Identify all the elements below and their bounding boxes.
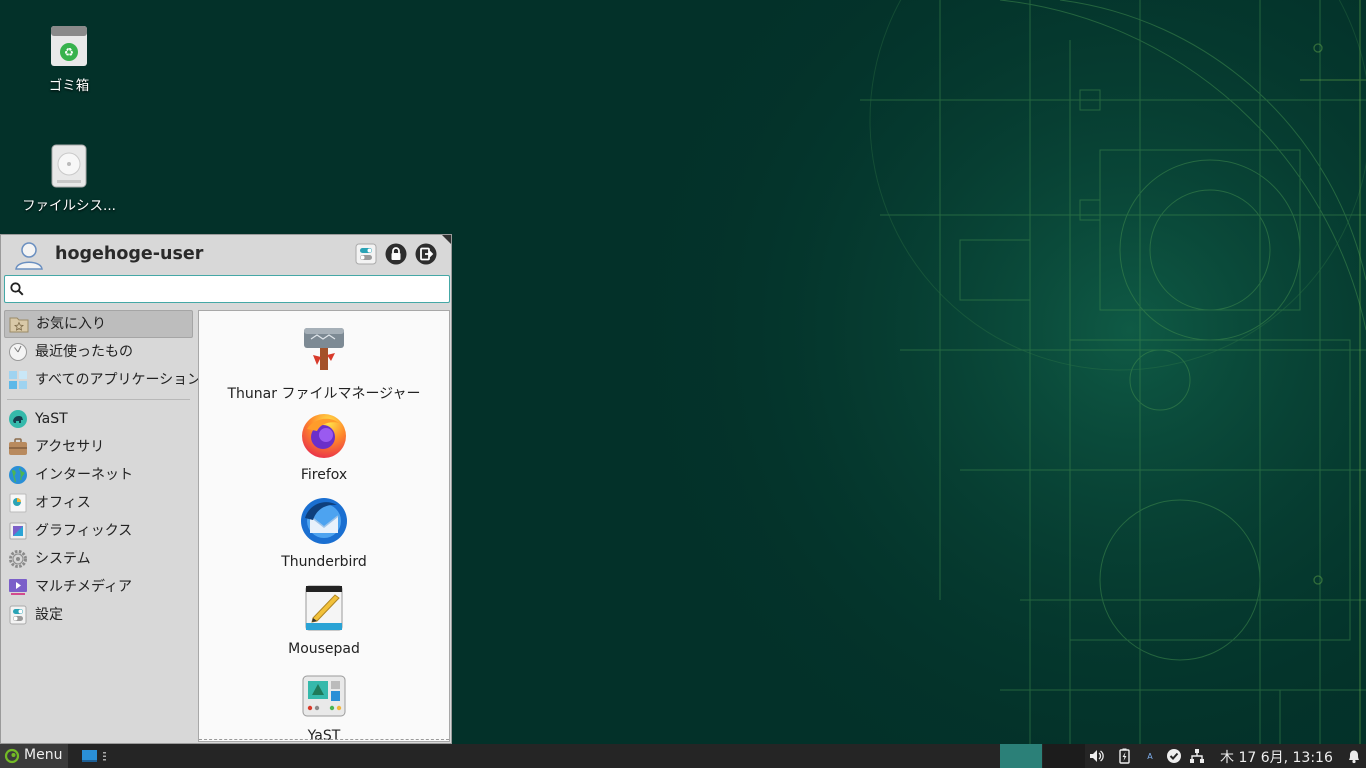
svg-text:♻: ♻: [64, 46, 74, 59]
lock-icon[interactable]: [385, 243, 407, 265]
desktop-icon-label: ゴミ箱: [48, 78, 90, 94]
category-label: マルチメディア: [35, 579, 133, 595]
desktop-icon-filesystem[interactable]: ファイルシス...: [14, 144, 124, 214]
recent-icon: [9, 343, 27, 361]
category-yast[interactable]: YaST: [4, 405, 193, 433]
office-icon: [9, 493, 27, 513]
network-icon[interactable]: [1189, 748, 1205, 764]
category-recent[interactable]: 最近使ったもの: [4, 338, 193, 366]
category-label: お気に入り: [36, 316, 106, 332]
user-name: hogehoge-user: [55, 244, 204, 264]
category-label: オフィス: [35, 495, 91, 511]
category-label: YaST: [35, 411, 68, 427]
firefox-icon: [302, 414, 346, 458]
system-icon: [9, 550, 27, 568]
accessories-icon: [9, 438, 27, 455]
workspace-2-button[interactable]: [1043, 744, 1085, 768]
all-apps-icon: [9, 371, 27, 389]
category-multimedia[interactable]: マルチメディア: [4, 573, 193, 601]
category-graphics[interactable]: グラフィックス: [4, 517, 193, 545]
menu-header: hogehoge-user: [1, 235, 451, 275]
settings-category-icon: [9, 605, 27, 625]
category-label: インターネット: [35, 467, 133, 483]
menu-button-label: Menu: [24, 747, 63, 763]
category-list: お気に入り 最近使ったもの すべてのアプリケーション YaST アクセサリ イン…: [4, 310, 201, 629]
desktop-icon-label: ファイルシス...: [22, 198, 116, 214]
thunar-icon: [304, 328, 344, 370]
category-system[interactable]: システム: [4, 545, 193, 573]
mousepad-icon: [305, 585, 343, 631]
category-label: すべてのアプリケーション: [35, 372, 202, 388]
app-mousepad[interactable]: Mousepad: [199, 583, 449, 657]
menu-button[interactable]: Menu: [0, 744, 68, 768]
yast-icon: [9, 410, 27, 428]
search-icon: [10, 282, 24, 296]
scroll-edge: [199, 739, 449, 740]
app-firefox[interactable]: Firefox: [199, 409, 449, 483]
drive-icon: [49, 144, 89, 188]
category-label: 設定: [35, 607, 63, 623]
app-thunar[interactable]: Thunar ファイルマネージャー: [199, 325, 449, 403]
category-office[interactable]: オフィス: [4, 489, 193, 517]
category-separator: [7, 399, 190, 400]
window-list-item[interactable]: [80, 748, 110, 764]
svg-text:A: A: [1147, 752, 1153, 761]
category-label: グラフィックス: [35, 523, 133, 539]
category-internet[interactable]: インターネット: [4, 461, 193, 489]
category-favorites[interactable]: お気に入り: [4, 310, 193, 338]
search-box[interactable]: [4, 275, 450, 303]
keyboard-indicator-icon[interactable]: A: [1142, 748, 1158, 764]
yast-icon: [302, 675, 346, 717]
thunderbird-icon: [301, 498, 347, 544]
category-all-apps[interactable]: すべてのアプリケーション: [4, 366, 201, 394]
graphics-icon: [9, 522, 27, 540]
app-label: Thunar ファイルマネージャー: [227, 386, 421, 402]
favorites-icon: [9, 317, 29, 333]
category-label: 最近使ったもの: [35, 344, 133, 360]
opensuse-logo-icon: [4, 748, 20, 764]
category-label: アクセサリ: [35, 439, 105, 455]
taskbar: Menu A 木 17 6月, 13:16: [0, 744, 1366, 768]
logout-icon[interactable]: [415, 243, 437, 265]
category-label: システム: [35, 551, 91, 567]
volume-icon[interactable]: [1088, 748, 1104, 764]
app-yast[interactable]: YaST: [199, 670, 449, 741]
category-settings[interactable]: 設定: [4, 601, 193, 629]
desktop-icon-trash[interactable]: ♻ ゴミ箱: [14, 24, 124, 94]
app-thunderbird[interactable]: Thunderbird: [199, 496, 449, 570]
battery-icon[interactable]: [1116, 748, 1132, 764]
user-avatar-icon: [15, 242, 43, 270]
favorites-panel: Thunar ファイルマネージャー Firefox Thunderbird Mo…: [198, 310, 450, 742]
application-menu: hogehoge-user お気に入り 最近使ったもの すべてのアプリケーション…: [0, 234, 452, 744]
trash-icon: ♻: [49, 24, 89, 68]
search-input[interactable]: [29, 279, 443, 301]
app-label: Firefox: [300, 467, 348, 483]
internet-icon: [9, 466, 27, 484]
workspace-1-button[interactable]: [1000, 744, 1042, 768]
clock[interactable]: 木 17 6月, 13:16: [1220, 747, 1333, 767]
app-label: Mousepad: [288, 641, 360, 657]
category-accessories[interactable]: アクセサリ: [4, 433, 193, 461]
settings-icon[interactable]: [355, 243, 377, 265]
multimedia-icon: [9, 579, 27, 595]
app-label: Thunderbird: [281, 554, 367, 570]
notification-bell-icon[interactable]: [1346, 748, 1362, 764]
update-check-icon[interactable]: [1166, 748, 1182, 764]
